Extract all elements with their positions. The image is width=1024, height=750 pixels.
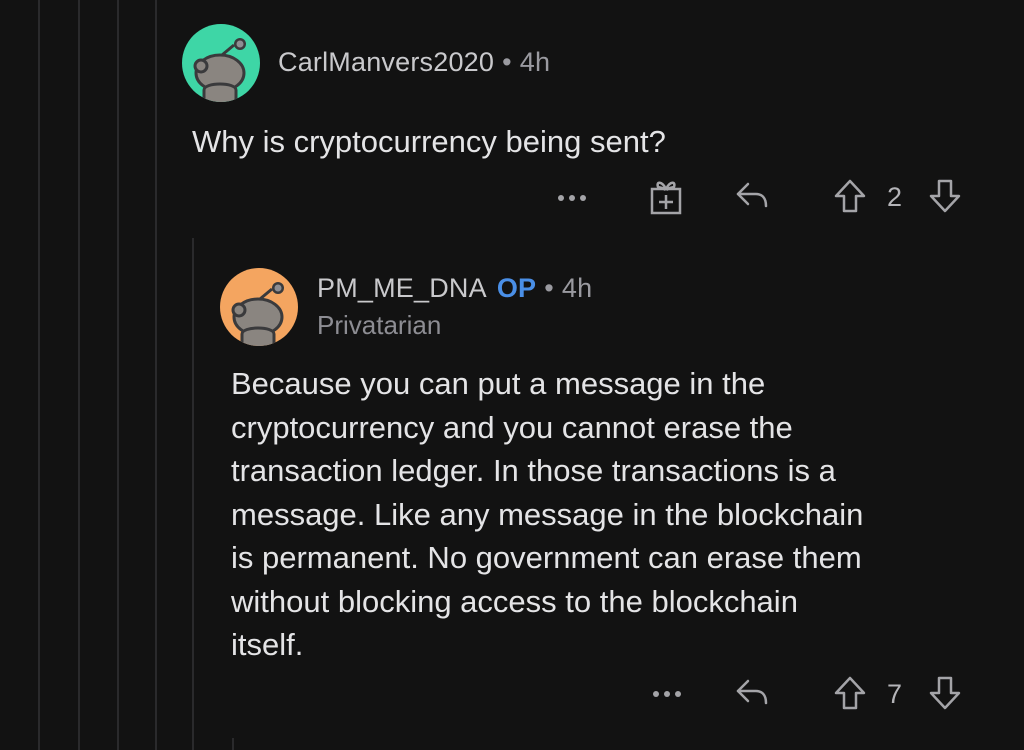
upvote-button[interactable] <box>831 673 869 713</box>
comment-text-line: without blocking access to the blockchai… <box>231 583 798 619</box>
timestamp: 4h <box>519 47 551 77</box>
thread-line[interactable] <box>117 0 119 750</box>
more-options-icon <box>653 691 681 697</box>
comment-text-line: itself. <box>231 627 304 662</box>
gift-award-icon <box>650 181 682 215</box>
comment-thread: CarlManvers2020 • 4h Why is cryptocurrency… <box>0 0 1024 750</box>
upvote-arrow-icon <box>834 179 866 213</box>
separator-dot: • <box>502 47 512 77</box>
comment-author-line: PM_ME_DNA OP • 4h <box>317 273 592 304</box>
reply-button[interactable] <box>732 177 772 213</box>
reply-button[interactable] <box>732 674 772 710</box>
downvote-arrow-icon <box>929 179 961 213</box>
reply-thread-line[interactable] <box>232 738 234 750</box>
thread-line[interactable] <box>78 0 80 750</box>
upvote-button[interactable] <box>831 176 869 216</box>
more-options-icon <box>558 195 586 201</box>
comment-author-line: CarlManvers2020 • 4h <box>278 47 550 78</box>
comment-text-line: transaction ledger. In those transaction… <box>231 453 836 488</box>
op-badge: OP <box>496 273 537 303</box>
timestamp: 4h <box>561 273 593 303</box>
reply-thread-line[interactable] <box>192 238 194 750</box>
downvote-arrow-icon <box>929 676 961 710</box>
thread-line[interactable] <box>38 0 40 750</box>
comment-text-line: Why is cryptocurrency being sent? <box>192 124 666 159</box>
vote-count: 2 <box>887 182 903 212</box>
more-options-button[interactable] <box>647 679 687 709</box>
snoo-avatar-icon <box>220 268 298 346</box>
thread-line[interactable] <box>155 0 157 750</box>
username[interactable]: CarlManvers2020 <box>278 47 494 77</box>
reply-arrow-icon <box>736 679 768 705</box>
comment-body: Because you can put a message in the cry… <box>231 362 863 667</box>
comment-text-line: message. Like any message in the blockch… <box>231 496 864 532</box>
separator-dot: • <box>544 273 554 303</box>
upvote-arrow-icon <box>834 676 866 710</box>
comment-body: Why is cryptocurrency being sent? <box>192 120 666 164</box>
username[interactable]: PM_ME_DNA <box>317 273 487 303</box>
comment-text-line: is permanent. No government can erase th… <box>231 540 862 575</box>
downvote-button[interactable] <box>926 176 964 216</box>
user-flair: Privatarian <box>317 310 442 340</box>
more-options-button[interactable] <box>552 183 592 213</box>
snoo-avatar-icon <box>182 24 260 102</box>
comment-text-line: cryptocurrency and you cannot erase the <box>231 409 793 445</box>
downvote-button[interactable] <box>926 673 964 713</box>
reply-arrow-icon <box>736 182 768 208</box>
avatar[interactable] <box>182 24 260 102</box>
vote-count: 7 <box>887 679 903 709</box>
award-button[interactable] <box>645 175 687 217</box>
avatar[interactable] <box>220 268 298 346</box>
comment-text-line: Because you can put a message in the <box>231 366 766 401</box>
